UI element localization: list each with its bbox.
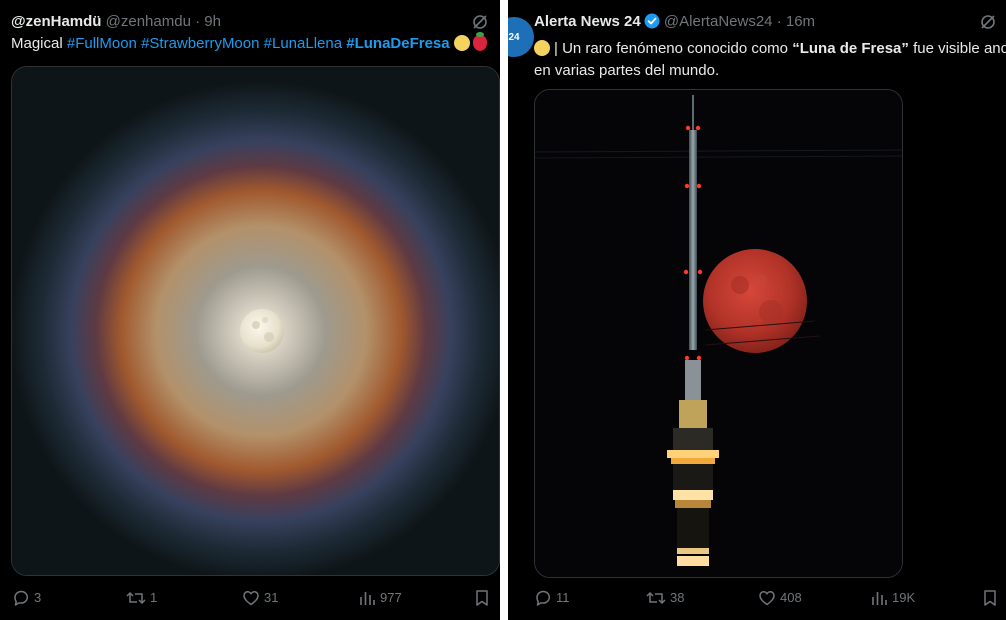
reply-count: 11 bbox=[556, 590, 570, 605]
grok-icon[interactable] bbox=[470, 12, 490, 32]
tweet-text: Magical #FullMoon #StrawberryMoon #LunaL… bbox=[11, 32, 492, 55]
like-count: 408 bbox=[780, 590, 802, 605]
view-count: 19K bbox=[892, 590, 916, 605]
repost-icon bbox=[126, 591, 146, 605]
tweet-text: | Un raro fenómeno conocido como “Luna d… bbox=[534, 38, 1006, 82]
repost-count: 1 bbox=[150, 590, 158, 605]
tweet-action-bar: 11 38 408 19K bbox=[508, 588, 1006, 608]
tweet-text-line: en varias partes del mundo. bbox=[534, 62, 720, 79]
hashtag-link[interactable]: #StrawberryMoon bbox=[141, 35, 259, 52]
display-name[interactable]: Alerta News 24 bbox=[534, 13, 641, 30]
tweet-time[interactable]: 9h bbox=[204, 13, 221, 30]
tweet-header: @zenHamdü @zenhamdu · 9h bbox=[11, 12, 490, 32]
verified-badge-icon bbox=[644, 13, 660, 35]
heart-icon bbox=[759, 591, 775, 606]
separator: · bbox=[776, 13, 782, 30]
like-button[interactable]: 408 bbox=[758, 588, 802, 608]
halo-moon-photo-icon bbox=[12, 67, 499, 575]
reply-icon bbox=[536, 590, 551, 606]
views-button[interactable]: 977 bbox=[358, 588, 402, 608]
tweet-media-image[interactable] bbox=[11, 66, 500, 576]
full-moon-emoji-icon bbox=[534, 40, 550, 56]
reply-count: 3 bbox=[34, 590, 42, 605]
tweet-left[interactable]: @zenHamdü @zenhamdu · 9h Magical #FullMo… bbox=[0, 0, 500, 620]
avatar-label: 24 bbox=[508, 31, 520, 43]
view-count: 977 bbox=[380, 590, 402, 605]
tweet-right[interactable]: 24 Alerta News 24 @AlertaNews24 · 16m | … bbox=[508, 0, 1006, 620]
reply-button[interactable]: 11 bbox=[534, 588, 570, 608]
bookmark-icon bbox=[984, 590, 996, 606]
avatar[interactable]: 24 bbox=[508, 17, 534, 57]
repost-button[interactable]: 38 bbox=[646, 588, 684, 608]
reply-icon bbox=[14, 590, 29, 606]
user-handle[interactable]: @AlertaNews24 bbox=[664, 13, 773, 30]
bookmark-button[interactable] bbox=[474, 588, 490, 608]
full-moon-emoji-icon bbox=[453, 35, 470, 51]
screenshot-canvas: @zenHamdü @zenhamdu · 9h Magical #FullMo… bbox=[0, 0, 1006, 620]
tweet-text-bold: “Luna de Fresa” bbox=[792, 40, 909, 57]
views-icon bbox=[872, 592, 887, 605]
tweet-header: Alerta News 24 @AlertaNews24 · 16m bbox=[534, 12, 996, 32]
hashtag-link[interactable]: #LunaLlena bbox=[264, 35, 342, 52]
tweet-media-image[interactable] bbox=[534, 89, 903, 578]
like-button[interactable]: 31 bbox=[242, 588, 278, 608]
separator: · bbox=[195, 13, 201, 30]
repost-button[interactable]: 1 bbox=[126, 588, 157, 608]
views-icon bbox=[360, 592, 375, 605]
bookmark-button[interactable] bbox=[982, 588, 998, 608]
tweet-text-segment: fue visible anoche bbox=[913, 40, 1006, 57]
repost-count: 38 bbox=[670, 590, 685, 605]
grok-icon[interactable] bbox=[978, 12, 998, 32]
tweet-text-prefix: Magical bbox=[11, 35, 63, 52]
tweet-text-segment: | Un raro fenómeno conocido como bbox=[554, 40, 793, 57]
strawberry-emoji-icon bbox=[472, 32, 487, 51]
display-name[interactable]: @zenHamdü bbox=[11, 13, 101, 30]
tweet-text-line: | Un raro fenómeno conocido como “Luna d… bbox=[534, 38, 1006, 60]
hashtag-link[interactable]: #FullMoon bbox=[67, 35, 137, 52]
like-count: 31 bbox=[264, 590, 279, 605]
tweet-time[interactable]: 16m bbox=[786, 13, 815, 30]
hashtag-link[interactable]: #LunaDeFresa bbox=[346, 35, 449, 52]
user-handle[interactable]: @zenhamdu bbox=[106, 13, 191, 30]
reply-button[interactable]: 3 bbox=[12, 588, 41, 608]
bookmark-icon bbox=[476, 590, 488, 606]
views-button[interactable]: 19K bbox=[870, 588, 915, 608]
repost-icon bbox=[646, 591, 666, 605]
red-moon-tower-photo-icon bbox=[535, 90, 902, 577]
heart-icon bbox=[243, 591, 259, 606]
tweet-action-bar: 3 1 31 977 bbox=[0, 588, 500, 608]
